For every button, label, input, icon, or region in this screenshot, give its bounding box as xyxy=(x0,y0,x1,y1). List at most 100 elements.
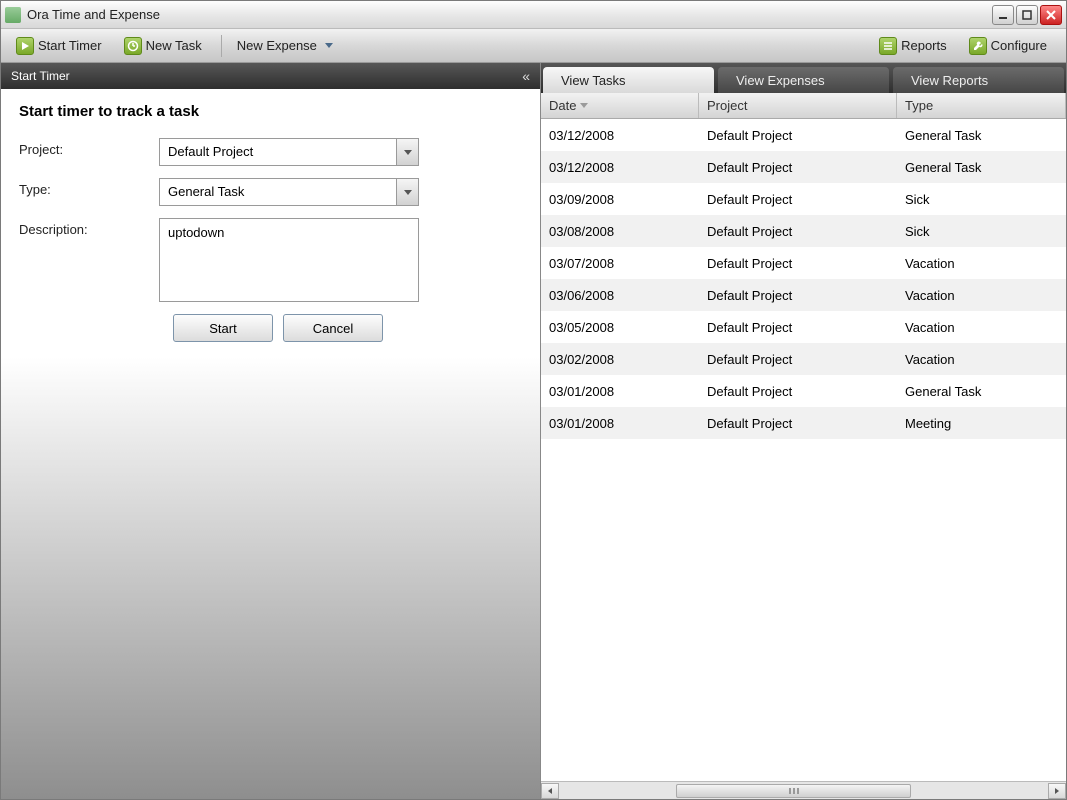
app-window: Ora Time and Expense Start Timer New Tas… xyxy=(0,0,1067,800)
window-title: Ora Time and Expense xyxy=(27,7,992,22)
panel-body: Start timer to track a task Project: Def… xyxy=(1,89,540,356)
right-panel: View Tasks View Expenses View Reports Da… xyxy=(541,63,1066,799)
new-task-label: New Task xyxy=(146,38,202,53)
configure-button[interactable]: Configure xyxy=(960,33,1056,59)
table-row[interactable]: 03/06/2008Default ProjectVacation xyxy=(541,279,1066,311)
minimize-button[interactable] xyxy=(992,5,1014,25)
start-button[interactable]: Start xyxy=(173,314,273,342)
cell-date: 03/08/2008 xyxy=(541,224,699,239)
cell-date: 03/07/2008 xyxy=(541,256,699,271)
scroll-left-button[interactable] xyxy=(541,783,559,799)
tab-view-reports[interactable]: View Reports xyxy=(893,67,1064,93)
left-panel: Start Timer « Start timer to track a tas… xyxy=(1,63,541,799)
reports-button[interactable]: Reports xyxy=(870,33,956,59)
type-row: Type: General Task xyxy=(19,178,522,206)
table-row[interactable]: 03/01/2008Default ProjectMeeting xyxy=(541,407,1066,439)
scrollbar-track[interactable] xyxy=(559,783,1048,799)
type-select[interactable]: General Task xyxy=(159,178,419,206)
chevron-down-icon xyxy=(404,150,412,155)
cell-project: Default Project xyxy=(699,128,897,143)
description-row: Description: xyxy=(19,218,522,302)
tab-view-expenses[interactable]: View Expenses xyxy=(718,67,889,93)
toolbar: Start Timer New Task New Expense Reports… xyxy=(1,29,1066,63)
new-expense-button[interactable]: New Expense xyxy=(228,34,342,57)
panel-header: Start Timer « xyxy=(1,63,540,89)
cell-project: Default Project xyxy=(699,320,897,335)
list-icon xyxy=(879,37,897,55)
cell-type: General Task xyxy=(897,384,1066,399)
table-row[interactable]: 03/08/2008Default ProjectSick xyxy=(541,215,1066,247)
clock-icon xyxy=(124,37,142,55)
start-timer-label: Start Timer xyxy=(38,38,102,53)
cell-project: Default Project xyxy=(699,256,897,271)
type-label: Type: xyxy=(19,178,159,197)
configure-label: Configure xyxy=(991,38,1047,53)
tab-view-tasks[interactable]: View Tasks xyxy=(543,67,714,93)
maximize-button[interactable] xyxy=(1016,5,1038,25)
reports-label: Reports xyxy=(901,38,947,53)
cell-type: General Task xyxy=(897,128,1066,143)
sort-desc-icon xyxy=(580,103,588,108)
table-row[interactable]: 03/09/2008Default ProjectSick xyxy=(541,183,1066,215)
column-type[interactable]: Type xyxy=(897,93,1066,118)
close-button[interactable] xyxy=(1040,5,1062,25)
cell-date: 03/09/2008 xyxy=(541,192,699,207)
cell-date: 03/12/2008 xyxy=(541,160,699,175)
cell-type: Sick xyxy=(897,192,1066,207)
cell-type: Vacation xyxy=(897,352,1066,367)
wrench-icon xyxy=(969,37,987,55)
description-label: Description: xyxy=(19,218,159,237)
new-expense-label: New Expense xyxy=(237,38,317,53)
cell-type: Sick xyxy=(897,224,1066,239)
window-buttons xyxy=(992,5,1062,25)
cell-project: Default Project xyxy=(699,416,897,431)
scroll-right-button[interactable] xyxy=(1048,783,1066,799)
cell-type: Vacation xyxy=(897,320,1066,335)
project-row: Project: Default Project xyxy=(19,138,522,166)
column-project[interactable]: Project xyxy=(699,93,897,118)
cell-date: 03/12/2008 xyxy=(541,128,699,143)
grid-header: Date Project Type xyxy=(541,93,1066,119)
table-row[interactable]: 03/12/2008Default ProjectGeneral Task xyxy=(541,119,1066,151)
cell-date: 03/01/2008 xyxy=(541,384,699,399)
type-value: General Task xyxy=(160,179,396,205)
cell-type: Meeting xyxy=(897,416,1066,431)
cell-type: General Task xyxy=(897,160,1066,175)
project-dropdown-button[interactable] xyxy=(396,139,418,165)
scrollbar-thumb[interactable] xyxy=(676,784,911,798)
cell-project: Default Project xyxy=(699,160,897,175)
cell-date: 03/02/2008 xyxy=(541,352,699,367)
cell-type: Vacation xyxy=(897,256,1066,271)
table-row[interactable]: 03/01/2008Default ProjectGeneral Task xyxy=(541,375,1066,407)
grid-body: 03/12/2008Default ProjectGeneral Task03/… xyxy=(541,119,1066,781)
start-timer-button[interactable]: Start Timer xyxy=(7,33,111,59)
cell-date: 03/05/2008 xyxy=(541,320,699,335)
cell-project: Default Project xyxy=(699,192,897,207)
table-row[interactable]: 03/12/2008Default ProjectGeneral Task xyxy=(541,151,1066,183)
table-row[interactable]: 03/05/2008Default ProjectVacation xyxy=(541,311,1066,343)
cell-project: Default Project xyxy=(699,224,897,239)
panel-title: Start timer to track a task xyxy=(19,103,522,120)
project-select[interactable]: Default Project xyxy=(159,138,419,166)
table-row[interactable]: 03/07/2008Default ProjectVacation xyxy=(541,247,1066,279)
horizontal-scrollbar[interactable] xyxy=(541,781,1066,799)
collapse-panel-button[interactable]: « xyxy=(522,68,530,84)
project-label: Project: xyxy=(19,138,159,157)
tabs: View Tasks View Expenses View Reports xyxy=(541,63,1066,93)
titlebar: Ora Time and Expense xyxy=(1,1,1066,29)
column-date[interactable]: Date xyxy=(541,93,699,118)
cell-project: Default Project xyxy=(699,352,897,367)
panel-header-title: Start Timer xyxy=(11,69,70,83)
cell-project: Default Project xyxy=(699,288,897,303)
project-value: Default Project xyxy=(160,139,396,165)
new-task-button[interactable]: New Task xyxy=(115,33,211,59)
cell-type: Vacation xyxy=(897,288,1066,303)
toolbar-separator xyxy=(221,35,222,57)
type-dropdown-button[interactable] xyxy=(396,179,418,205)
cancel-button[interactable]: Cancel xyxy=(283,314,383,342)
cell-date: 03/06/2008 xyxy=(541,288,699,303)
cell-project: Default Project xyxy=(699,384,897,399)
description-input[interactable] xyxy=(159,218,419,302)
table-row[interactable]: 03/02/2008Default ProjectVacation xyxy=(541,343,1066,375)
app-icon xyxy=(5,7,21,23)
